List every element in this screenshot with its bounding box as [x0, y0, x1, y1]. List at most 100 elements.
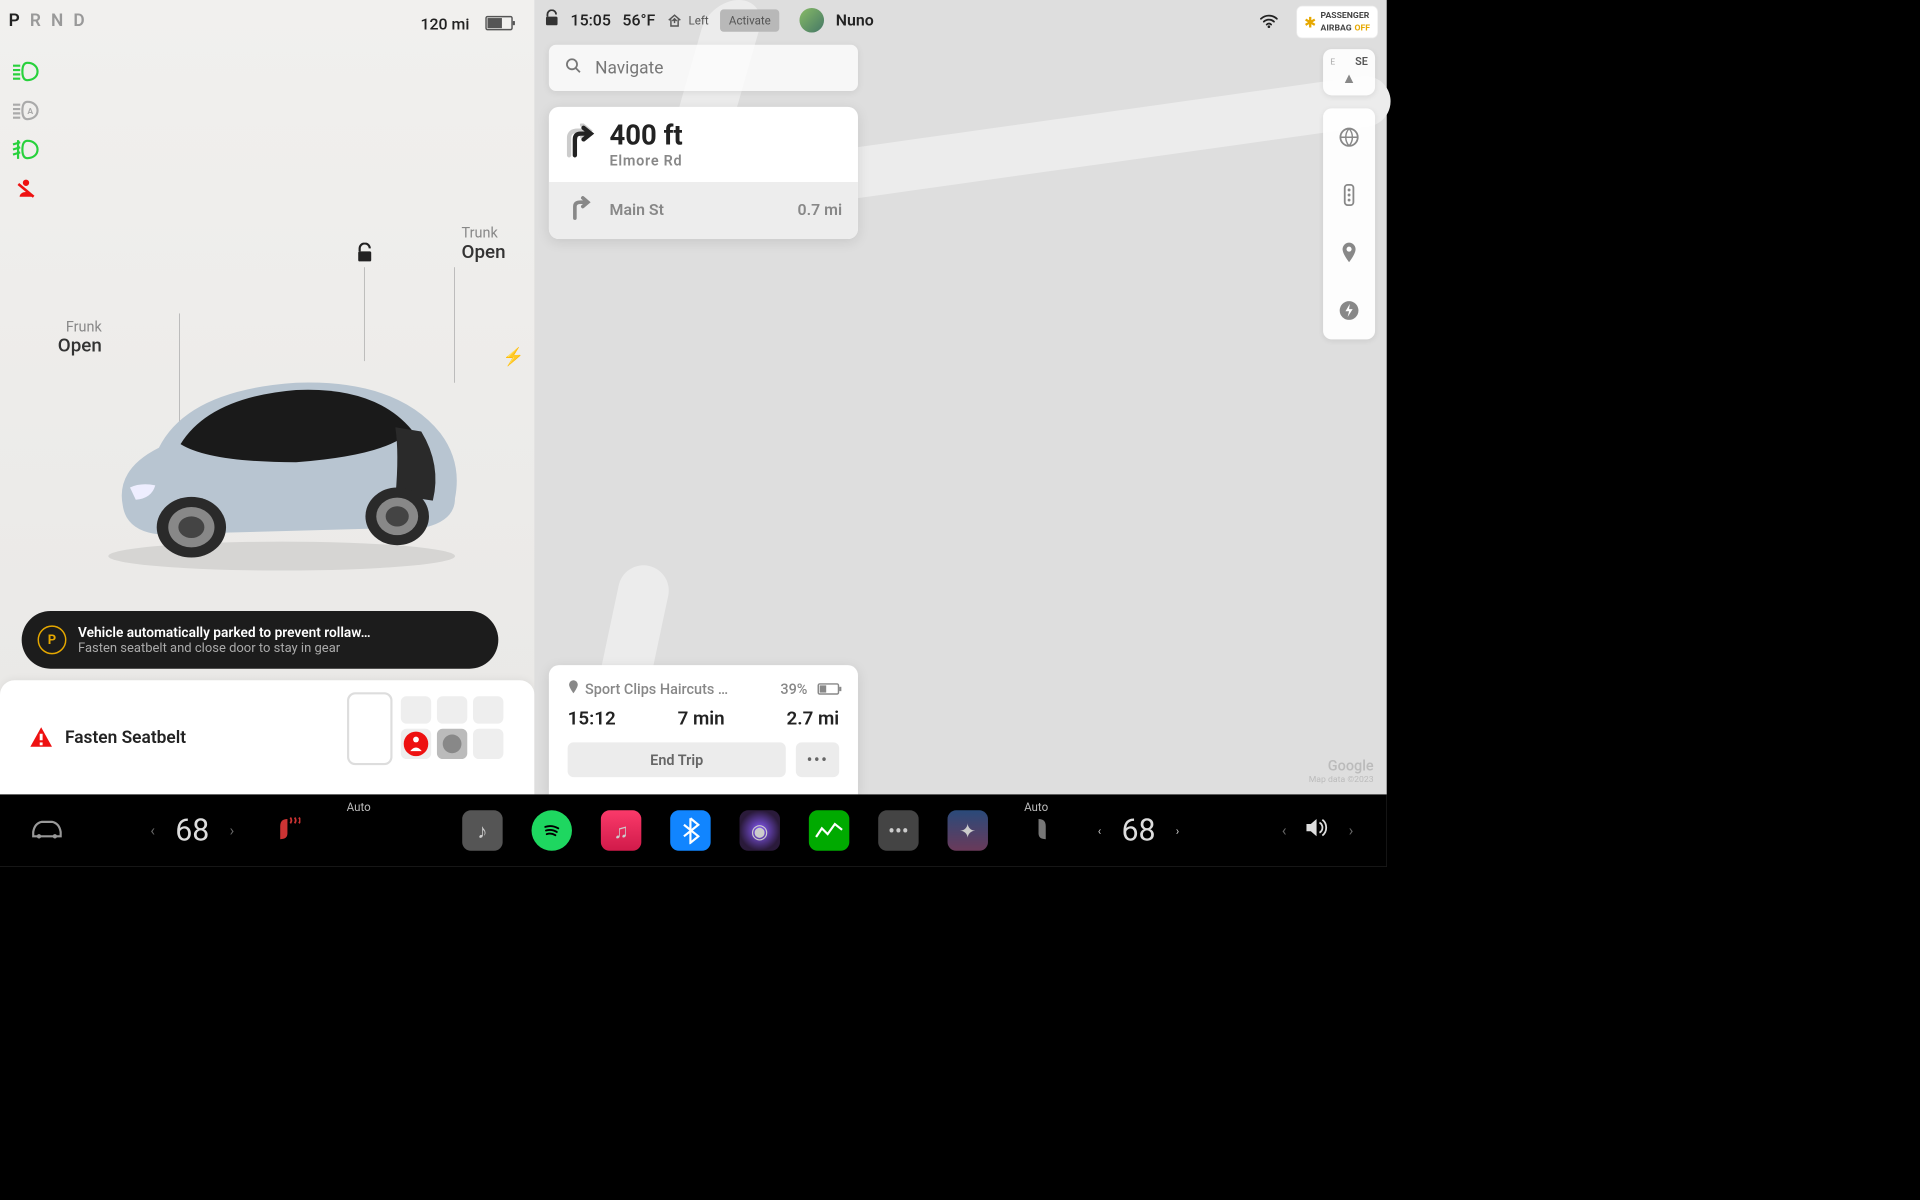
- airbag-icon: ✱: [1304, 13, 1316, 30]
- headlight-icon: [12, 61, 41, 83]
- volume-control: ‹ ›: [1282, 817, 1354, 844]
- trip-arrival-soc: 39%: [780, 680, 807, 697]
- svg-text:A: A: [27, 107, 33, 117]
- turn-right-icon: [565, 123, 597, 166]
- bluetooth-app-button[interactable]: [670, 810, 710, 850]
- nav-directions-card[interactable]: 400 ft Elmore Rd Main St 0.7 mi: [549, 107, 858, 239]
- seatbelt-warning-icon: [12, 178, 41, 200]
- nav-current-distance: 400 ft: [610, 120, 683, 152]
- car-render-area: Frunk Open Trunk Open ⚡: [58, 217, 506, 593]
- map-charger-button[interactable]: [1323, 282, 1375, 340]
- temp-right-down[interactable]: ‹: [1098, 824, 1101, 838]
- map-traffic-button[interactable]: [1323, 166, 1375, 224]
- app-tray: ♪ ♫ ◉ ••• ✦: [462, 810, 988, 850]
- more-apps-button[interactable]: •••: [878, 810, 918, 850]
- homelink-hint-text: Left: [689, 13, 709, 27]
- volume-down[interactable]: ‹: [1282, 822, 1287, 840]
- auto-label-left: Auto: [347, 800, 371, 814]
- bottom-dock: Auto ‹ 68 › ♪ ♫ ◉ ••• ✦ Auto ‹ 68 › ‹ ›: [0, 794, 1387, 866]
- theater-app-button[interactable]: ✦: [948, 810, 988, 850]
- battery-icon: [485, 16, 512, 30]
- map-pin-button[interactable]: [1323, 224, 1375, 282]
- range-value: 120 mi: [420, 16, 469, 34]
- alert-line1: Vehicle automatically parked to prevent …: [78, 624, 371, 641]
- unlock-icon[interactable]: [545, 9, 559, 31]
- trunk-button[interactable]: Trunk Open: [462, 224, 506, 263]
- lock-icon[interactable]: [355, 243, 374, 268]
- seatbelt-card[interactable]: Fasten Seatbelt: [0, 680, 534, 794]
- outside-temp: 56°F: [622, 11, 655, 29]
- occupancy-diagram: [347, 689, 506, 768]
- car-render[interactable]: [79, 318, 491, 578]
- map-brand: Google: [1309, 757, 1374, 774]
- airbag-indicator: ✱ PASSENGER AIRBAG OFF: [1296, 6, 1378, 38]
- foglight-icon: [12, 139, 41, 161]
- energy-app-button[interactable]: [809, 810, 849, 850]
- spotify-app-button[interactable]: [532, 810, 572, 850]
- warning-triangle-icon: [29, 725, 54, 750]
- compass-arrow-icon: ▲: [1342, 69, 1356, 87]
- trip-more-button[interactable]: •••: [796, 742, 839, 777]
- left-statusbar: P R N D 120 mi: [0, 0, 534, 40]
- map-satellite-button[interactable]: [1323, 108, 1375, 166]
- trip-destination: Sport Clips Haircuts …: [585, 680, 775, 697]
- compass[interactable]: E SE ▲: [1323, 49, 1375, 95]
- search-placeholder: Navigate: [595, 58, 663, 78]
- alert-line2: Fasten seatbelt and close door to stay i…: [78, 641, 371, 656]
- search-icon: [565, 57, 582, 79]
- user-name[interactable]: Nuno: [836, 11, 874, 29]
- temp-left-up[interactable]: ›: [230, 822, 235, 840]
- compass-heading: SE: [1355, 55, 1368, 68]
- wifi-icon[interactable]: [1260, 13, 1279, 33]
- media-app-button[interactable]: ♪: [462, 810, 502, 850]
- indicator-column: A: [12, 61, 41, 200]
- auto-headlight-icon: A: [12, 100, 41, 122]
- map-data: Map data ©2023: [1309, 774, 1374, 784]
- temp-left-down[interactable]: ‹: [150, 822, 155, 840]
- car-controls-button[interactable]: [29, 816, 64, 846]
- nav-next-distance: 0.7 mi: [798, 201, 843, 219]
- nav-current-step: 400 ft Elmore Rd: [549, 107, 858, 182]
- temp-left-control: ‹ 68 ›: [150, 813, 234, 848]
- airbag-line1: PASSENGER: [1321, 11, 1370, 20]
- car-status-panel: P R N D 120 mi A Frunk Open Trunk Open ⚡: [0, 0, 534, 794]
- gear-selector: P R N D: [9, 10, 88, 30]
- right-statusbar: 15:05 56°F Left Activate Nuno ✱ PASSENGE…: [534, 0, 1386, 40]
- compass-sub: E: [1330, 56, 1335, 66]
- alert-toast[interactable]: P Vehicle automatically parked to preven…: [22, 611, 499, 669]
- home-up-icon: [667, 12, 683, 28]
- map-controls: [1323, 108, 1375, 339]
- activate-button[interactable]: Activate: [720, 9, 779, 31]
- volume-up[interactable]: ›: [1349, 822, 1354, 840]
- temp-right-up[interactable]: ›: [1176, 824, 1179, 838]
- gear-p: P: [9, 10, 23, 30]
- pin-icon: [568, 680, 580, 698]
- seat-heat-left-button[interactable]: [275, 813, 301, 848]
- turn-right-small-icon: [565, 195, 597, 226]
- nav-next-road: Main St: [610, 201, 785, 219]
- temp-left-value[interactable]: 68: [175, 813, 209, 848]
- end-trip-button[interactable]: End Trip: [568, 742, 786, 777]
- auto-label-right: Auto: [1024, 800, 1048, 814]
- trip-remaining: 2.7 mi: [787, 708, 840, 730]
- avatar[interactable]: [800, 8, 825, 33]
- dashcam-app-button[interactable]: ◉: [740, 810, 780, 850]
- seat-heat-right-button[interactable]: [1026, 813, 1052, 848]
- battery-small-icon: [818, 683, 840, 695]
- nav-current-road: Elmore Rd: [610, 152, 683, 169]
- map-panel[interactable]: 15:05 56°F Left Activate Nuno ✱ PASSENGE…: [534, 0, 1386, 794]
- nav-next-step: Main St 0.7 mi: [549, 182, 858, 239]
- volume-icon[interactable]: [1305, 817, 1330, 844]
- navigate-search[interactable]: Navigate: [549, 45, 858, 91]
- trip-eta: 15:12: [568, 708, 616, 730]
- trunk-label: Trunk: [462, 224, 506, 241]
- seatbelt-card-title: Fasten Seatbelt: [65, 727, 186, 747]
- homelink-hint[interactable]: Left: [667, 12, 709, 28]
- time: 15:05: [571, 11, 611, 29]
- apple-music-app-button[interactable]: ♫: [601, 810, 641, 850]
- trip-summary-card[interactable]: Sport Clips Haircuts … 39% 15:12 7 min 2…: [549, 665, 858, 794]
- temp-right-value[interactable]: 68: [1121, 813, 1155, 848]
- airbag-line2: AIRBAG: [1321, 22, 1352, 32]
- map-attribution: Google Map data ©2023: [1309, 757, 1374, 784]
- trip-duration: 7 min: [678, 708, 725, 730]
